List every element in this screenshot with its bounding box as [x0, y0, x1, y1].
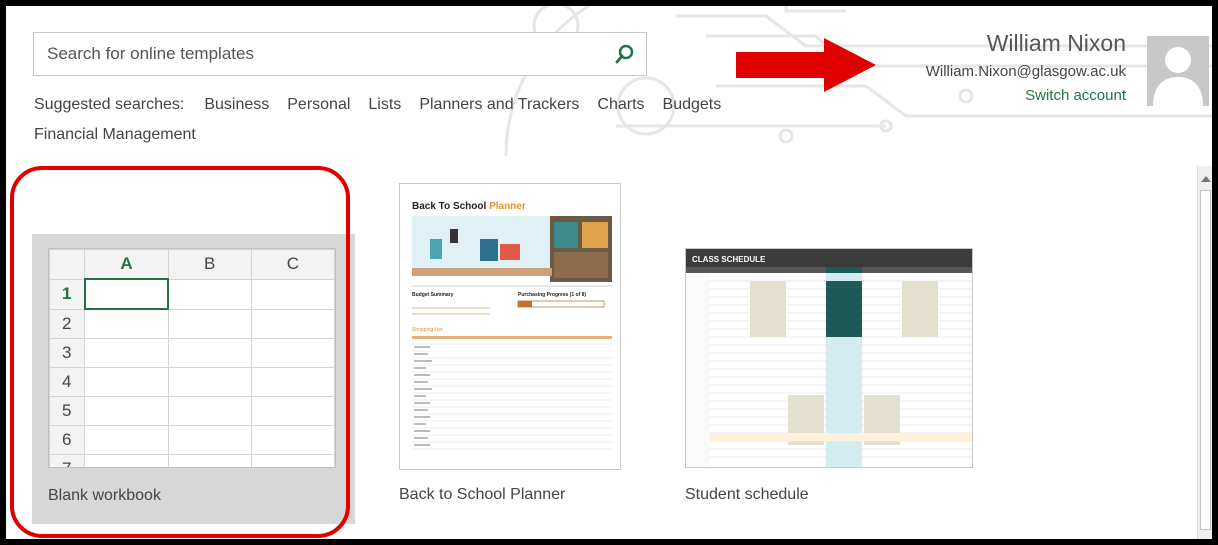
back-to-school-planner-label[interactable]: Back to School Planner — [399, 486, 565, 504]
suggested-link-budgets[interactable]: Budgets — [663, 96, 722, 113]
schedule-preview: CLASS SCHEDULE — [686, 249, 972, 467]
back-to-school-planner-thumbnail[interactable]: Back To School Planner Budget Summary Pu… — [399, 183, 621, 470]
red-arrow-annotation — [736, 38, 876, 92]
svg-text:Back To School Planner: Back To School Planner — [412, 201, 526, 212]
planner-preview: Back To School Planner Budget Summary Pu… — [412, 201, 612, 450]
switch-account-link[interactable]: Switch account — [926, 87, 1126, 104]
vertical-scrollbar[interactable] — [1197, 166, 1212, 539]
search-input[interactable] — [34, 33, 607, 75]
suggested-link-planners[interactable]: Planners and Trackers — [419, 96, 579, 113]
suggested-link-personal[interactable]: Personal — [287, 96, 350, 113]
student-schedule-thumbnail[interactable]: CLASS SCHEDULE — [685, 248, 973, 468]
planner-budget-heading: Budget Summary — [412, 292, 454, 298]
account-name: William Nixon — [986, 30, 1126, 56]
suggested-link-charts[interactable]: Charts — [597, 96, 644, 113]
planner-list-heading: Shopping List — [412, 327, 443, 333]
avatar[interactable] — [1147, 36, 1209, 106]
suggested-link-business[interactable]: Business — [204, 96, 269, 113]
planner-title-a: Back To School — [412, 201, 486, 212]
planner-title-b: Planner — [489, 201, 526, 212]
suggested-link-lists[interactable]: Lists — [368, 96, 401, 113]
scrollbar-thumb[interactable] — [1200, 190, 1211, 530]
schedule-title: CLASS SCHEDULE — [692, 255, 766, 264]
scroll-up-icon[interactable] — [1201, 176, 1211, 182]
planner-progress-heading: Purchasing Progress (1 of 8) — [518, 292, 586, 298]
account-email: William.Nixon@glasgow.ac.uk — [925, 63, 1126, 80]
template-search-box[interactable] — [33, 32, 647, 76]
red-highlight-annotation — [10, 166, 350, 538]
start-screen: Suggested searches: Business Personal Lists… — [6, 6, 1212, 539]
avatar-person-icon — [1153, 47, 1203, 106]
search-icon[interactable] — [614, 43, 636, 65]
student-schedule-label[interactable]: Student schedule — [685, 486, 809, 504]
suggested-searches: Suggested searches: Business Personal Lists… — [34, 90, 834, 150]
suggested-link-financial[interactable]: Financial Management — [34, 126, 196, 143]
suggested-label: Suggested searches: — [34, 96, 185, 113]
